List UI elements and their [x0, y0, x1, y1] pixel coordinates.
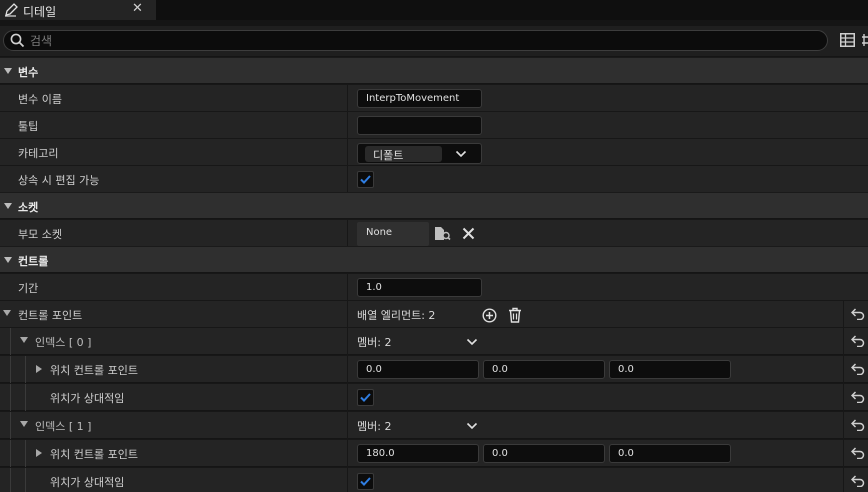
category-dropdown[interactable]: 디폴트	[357, 143, 482, 164]
reset-to-default-icon[interactable]	[851, 363, 865, 375]
checkmark-icon	[360, 393, 371, 402]
section-label: 변수	[18, 66, 39, 79]
chevron-down-icon	[455, 150, 467, 158]
clear-icon[interactable]	[462, 227, 475, 240]
expand-arrow-icon[interactable]	[20, 337, 28, 343]
settings-icon[interactable]	[861, 33, 868, 47]
pencil-icon	[5, 3, 18, 17]
property-label: 위치가 상대적임	[50, 392, 125, 405]
property-label: 컨트롤 포인트	[18, 309, 83, 322]
reset-to-default-icon[interactable]	[851, 475, 865, 487]
property-label: 위치 컨트롤 포인트	[50, 364, 138, 377]
row-instance-editable: 상속 시 편집 가능	[0, 165, 868, 193]
variable-name-input[interactable]: InterpToMovement	[357, 89, 482, 108]
position-relative-checkbox[interactable]	[357, 389, 374, 406]
row-category: 카테고리 디폴트	[0, 138, 868, 166]
row-position-relative-0: 위치가 상대적임	[0, 383, 868, 411]
checkmark-icon	[360, 175, 371, 184]
y-input[interactable]: 0.0	[483, 444, 605, 463]
row-parent-socket: 부모 소켓 None	[0, 219, 868, 247]
reset-to-default-icon[interactable]	[851, 447, 865, 459]
checkmark-icon	[360, 477, 371, 486]
tooltip-input[interactable]	[357, 116, 482, 135]
search-icon	[10, 33, 25, 48]
property-label: 상속 시 편집 가능	[18, 174, 100, 187]
table-view-icon[interactable]	[840, 33, 855, 47]
duration-input[interactable]: 1.0	[357, 278, 482, 297]
reset-to-default-icon[interactable]	[851, 419, 865, 431]
property-label: 기간	[18, 282, 39, 295]
z-input[interactable]: 0.0	[609, 360, 731, 379]
trash-icon[interactable]	[508, 307, 522, 323]
property-label: 부모 소켓	[18, 228, 62, 241]
add-element-icon[interactable]	[482, 308, 497, 323]
collapse-arrow-icon	[4, 68, 12, 74]
close-icon[interactable]: ✕	[132, 1, 143, 16]
search-bar	[0, 26, 868, 56]
chevron-down-icon[interactable]	[466, 338, 478, 346]
reset-to-default-icon[interactable]	[851, 335, 865, 347]
y-input[interactable]: 0.0	[483, 360, 605, 379]
index-label: 인덱스 [ 1 ]	[35, 420, 92, 433]
section-control[interactable]: 컨트롤	[0, 246, 868, 272]
section-label: 소켓	[18, 201, 39, 214]
reset-to-default-icon[interactable]	[851, 391, 865, 403]
search-input[interactable]	[30, 32, 810, 49]
members-count: 멤버: 2	[357, 420, 392, 433]
members-count: 멤버: 2	[357, 336, 392, 349]
row-position-control-point-1: 위치 컨트롤 포인트 180.0 0.0 0.0	[0, 439, 868, 467]
instance-editable-checkbox[interactable]	[357, 171, 374, 188]
search-field[interactable]	[3, 30, 828, 51]
row-index-1: 인덱스 [ 1 ] 멤버: 2	[0, 411, 868, 439]
collapse-arrow-icon	[4, 257, 12, 263]
row-variable-name: 변수 이름 InterpToMovement	[0, 84, 868, 112]
parent-socket-value[interactable]: None	[357, 222, 429, 246]
property-label: 변수 이름	[18, 93, 62, 106]
tab-details[interactable]: 디테일 ✕	[0, 0, 156, 20]
chevron-down-icon[interactable]	[466, 422, 478, 430]
section-label: 컨트롤	[18, 255, 49, 268]
section-sockets[interactable]: 소켓	[0, 192, 868, 218]
expand-arrow-icon[interactable]	[36, 365, 42, 373]
tab-bar: 디테일 ✕	[0, 0, 868, 20]
position-relative-checkbox[interactable]	[357, 473, 374, 490]
row-tooltip: 툴팁	[0, 111, 868, 139]
property-label: 툴팁	[18, 120, 39, 133]
property-label: 카테고리	[18, 147, 59, 160]
expand-arrow-icon[interactable]	[3, 310, 11, 316]
z-input[interactable]: 0.0	[609, 444, 731, 463]
collapse-arrow-icon	[4, 203, 12, 209]
row-control-points: 컨트롤 포인트 배열 엘리먼트: 2	[0, 300, 868, 328]
x-input[interactable]: 0.0	[357, 360, 479, 379]
tab-title: 디테일	[23, 5, 57, 19]
array-elements-count: 배열 엘리먼트: 2	[357, 309, 436, 322]
category-value[interactable]: 디폴트	[365, 146, 442, 162]
x-input[interactable]: 180.0	[357, 444, 479, 463]
row-duration: 기간 1.0	[0, 273, 868, 301]
section-variables[interactable]: 변수	[0, 57, 868, 83]
property-label: 위치 컨트롤 포인트	[50, 448, 138, 461]
row-position-relative-1: 위치가 상대적임	[0, 467, 868, 492]
row-index-0: 인덱스 [ 0 ] 멤버: 2	[0, 327, 868, 355]
row-position-control-point-0: 위치 컨트롤 포인트 0.0 0.0 0.0	[0, 355, 868, 383]
property-label: 위치가 상대적임	[50, 476, 125, 489]
index-label: 인덱스 [ 0 ]	[35, 336, 92, 349]
reset-to-default-icon[interactable]	[851, 308, 865, 320]
browse-socket-icon[interactable]	[434, 226, 451, 241]
expand-arrow-icon[interactable]	[36, 449, 42, 457]
expand-arrow-icon[interactable]	[20, 421, 28, 427]
